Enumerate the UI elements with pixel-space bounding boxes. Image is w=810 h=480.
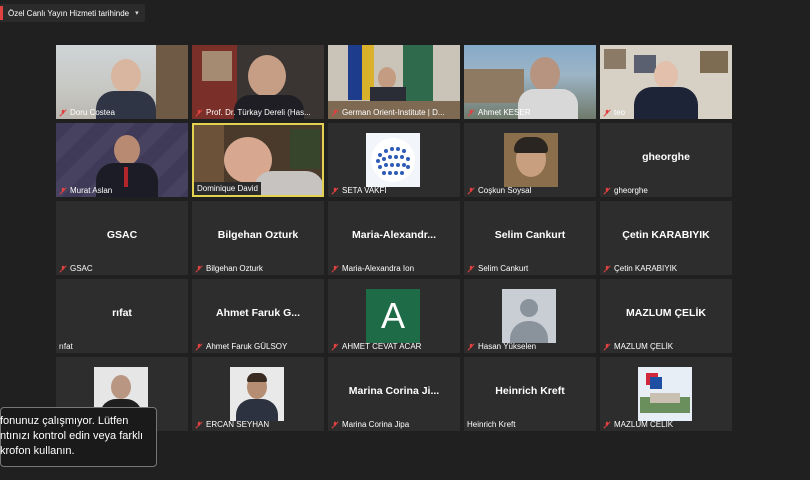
mic-muted-icon	[331, 186, 339, 195]
live-indicator	[0, 6, 3, 20]
mic-muted-icon	[467, 342, 475, 351]
participant-name: Ahmet Faruk GÜLSOY	[192, 340, 290, 353]
participant-name: Murat Aslan	[56, 184, 115, 197]
mic-muted-icon	[331, 264, 339, 273]
mic-muted-icon	[331, 420, 339, 429]
participant-display-name: Ahmet Faruk G...	[215, 307, 300, 319]
mic-muted-icon	[603, 108, 611, 117]
participant-tile[interactable]: Bilgehan Ozturk Bilgehan Ozturk	[192, 201, 324, 275]
mic-muted-icon	[603, 264, 611, 273]
participant-name: Dominique David	[194, 182, 261, 195]
participant-tile[interactable]: teo	[600, 45, 732, 119]
participant-name: AHMET CEVAT ACAR	[328, 340, 424, 353]
participant-tile[interactable]: Prof. Dr. Türkay Dereli (Has...	[192, 45, 324, 119]
participant-tile-active-speaker[interactable]: Dominique David	[192, 123, 324, 197]
mic-muted-icon	[195, 342, 203, 351]
participant-display-name: gheorghe	[642, 151, 690, 163]
participant-display-name: Çetin KARABIYIK	[622, 229, 710, 241]
participant-tile[interactable]: Heinrich Kreft Heinrich Kreft	[464, 357, 596, 431]
participant-tile[interactable]: Maria-Alexandr... Maria-Alexandra Ion	[328, 201, 460, 275]
mic-muted-icon	[59, 264, 67, 273]
participant-name: rıfat	[59, 342, 73, 351]
participant-name: Hasan Yükselen	[464, 340, 539, 353]
seta-logo	[366, 133, 420, 187]
participant-tile[interactable]: A AHMET CEVAT ACAR	[328, 279, 460, 353]
participant-tile[interactable]: Murat Aslan	[56, 123, 188, 197]
participant-tile[interactable]: MAZLUM ÇELİK MAZLUM ÇELİK	[600, 279, 732, 353]
participant-name: Marina Corina Jipa	[328, 418, 412, 431]
top-bar: Özel Canlı Yayın Hizmeti tarihinde ▾	[0, 0, 148, 24]
live-stream-dropdown[interactable]: Özel Canlı Yayın Hizmeti tarihinde ▾	[0, 4, 145, 22]
profile-photo	[638, 367, 692, 421]
mic-muted-icon	[331, 342, 339, 351]
mic-muted-icon	[195, 108, 203, 117]
participant-name: Coşkun Soysal	[464, 184, 534, 197]
chevron-down-icon: ▾	[135, 10, 139, 17]
participant-name: MAZLUM ÇELİK	[600, 340, 676, 353]
participant-name: Ahmet KESER	[464, 106, 533, 119]
participant-tile[interactable]: MAZLUM CELIK	[600, 357, 732, 431]
toast-line: ntınızı kontrol edin veya farklı	[0, 430, 144, 442]
participant-tile[interactable]: ERCAN SEYHAN	[192, 357, 324, 431]
mic-muted-icon	[603, 420, 611, 429]
participant-name: Selim Cankurt	[464, 262, 531, 275]
mic-muted-icon	[467, 186, 475, 195]
participant-display-name: rıfat	[112, 307, 132, 319]
mic-muted-icon	[603, 186, 611, 195]
participant-display-name: Maria-Alexandr...	[351, 229, 437, 241]
participant-tile[interactable]: Doru Costea	[56, 45, 188, 119]
participant-tile[interactable]: Selim Cankurt Selim Cankurt	[464, 201, 596, 275]
participant-tile[interactable]: Coşkun Soysal	[464, 123, 596, 197]
participant-name: Prof. Dr. Türkay Dereli (Has...	[192, 106, 314, 119]
participant-name: MAZLUM CELIK	[600, 418, 676, 431]
participant-tile[interactable]: Hasan Yükselen	[464, 279, 596, 353]
toast-line: fonunuz çalışmıyor. Lütfen	[0, 415, 129, 427]
participant-name: Heinrich Kreft	[467, 420, 516, 429]
participant-tile[interactable]: Ahmet KESER	[464, 45, 596, 119]
mic-muted-icon	[467, 264, 475, 273]
participant-tile[interactable]: SETA VAKFI	[328, 123, 460, 197]
profile-photo	[230, 367, 284, 421]
participant-name: ERCAN SEYHAN	[192, 418, 272, 431]
participant-tile[interactable]: gheorghe gheorghe	[600, 123, 732, 197]
toast-line: krofon kullanın.	[0, 445, 75, 457]
mic-muted-icon	[195, 420, 203, 429]
participant-display-name: GSAC	[106, 229, 138, 241]
profile-photo	[504, 133, 558, 187]
participant-tile[interactable]: Ahmet Faruk G... Ahmet Faruk GÜLSOY	[192, 279, 324, 353]
mic-muted-icon	[331, 108, 339, 117]
avatar: A	[366, 289, 420, 343]
mic-muted-icon	[195, 264, 203, 273]
participant-name: Doru Costea	[56, 106, 118, 119]
participant-name: Bilgehan Ozturk	[192, 262, 266, 275]
participant-tile[interactable]: rıfat rıfat	[56, 279, 188, 353]
participant-display-name: MAZLUM ÇELİK	[626, 307, 706, 319]
participant-name: SETA VAKFI	[328, 184, 390, 197]
participant-name: GSAC	[56, 262, 96, 275]
default-user-icon	[502, 289, 556, 343]
participant-name: Maria-Alexandra Ion	[328, 262, 417, 275]
participant-tile[interactable]: German Orient-Institute | D...	[328, 45, 460, 119]
participant-name: Çetin KARABIYIK	[600, 262, 680, 275]
mic-muted-icon	[59, 186, 67, 195]
participant-name: gheorghe	[600, 184, 651, 197]
participant-display-name: Bilgehan Ozturk	[217, 229, 299, 241]
mic-muted-icon	[59, 108, 67, 117]
participant-display-name: Selim Cankurt	[494, 229, 566, 241]
participant-display-name: Marina Corina Ji...	[348, 385, 440, 397]
live-stream-label: Özel Canlı Yayın Hizmeti tarihinde	[8, 8, 130, 18]
participant-tile[interactable]: Marina Corina Ji... Marina Corina Jipa	[328, 357, 460, 431]
participant-name: teo	[600, 106, 628, 119]
mic-warning-toast[interactable]: fonunuz çalışmıyor. Lütfen ntınızı kontr…	[0, 407, 157, 467]
participant-name: German Orient-Institute | D...	[328, 106, 448, 119]
participant-tile[interactable]: Çetin KARABIYIK Çetin KARABIYIK	[600, 201, 732, 275]
mic-muted-icon	[603, 342, 611, 351]
participant-display-name: Heinrich Kreft	[495, 385, 565, 397]
mic-muted-icon	[467, 108, 475, 117]
participant-tile[interactable]: GSAC GSAC	[56, 201, 188, 275]
